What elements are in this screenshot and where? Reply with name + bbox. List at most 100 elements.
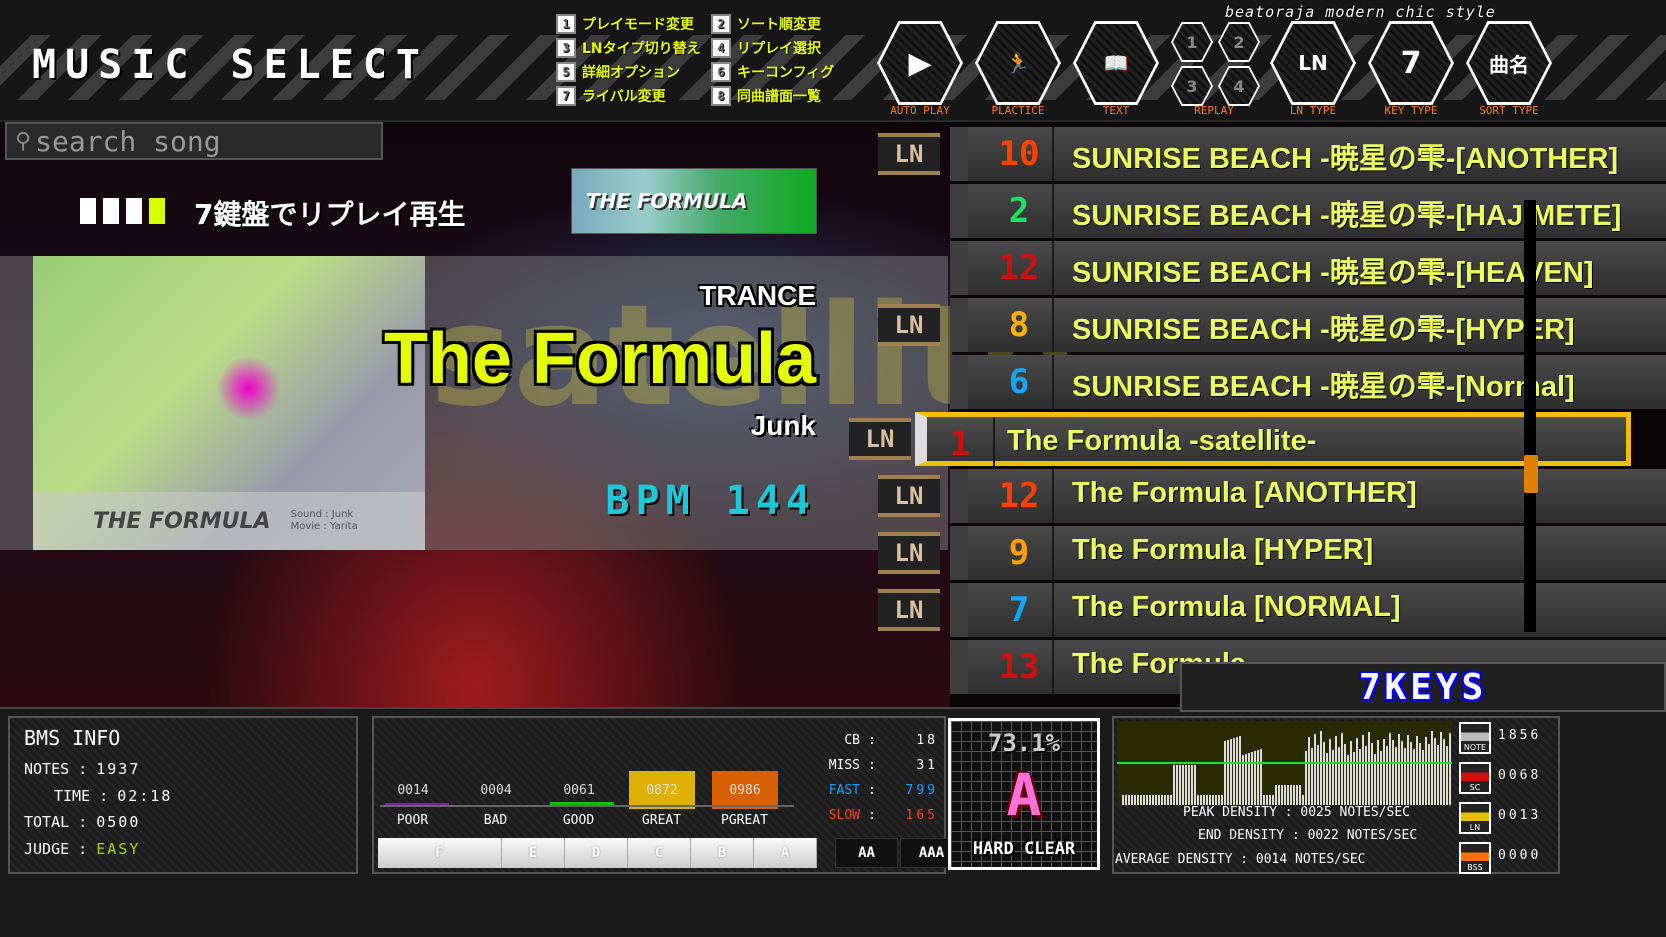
density-bar	[1449, 733, 1451, 805]
key-type-label: KEY TYPE	[1384, 104, 1438, 117]
song-list-row[interactable]: 9 The Formula [HYPER]	[950, 526, 1666, 580]
stagefile-logo: THE FORMULA	[93, 508, 271, 534]
judge-label: PGREAT	[721, 813, 768, 828]
credit-sound: Sound : Junk	[290, 509, 354, 520]
average-density-label: AVERAGE DENSITY	[1115, 852, 1233, 867]
time-label: TIME	[54, 787, 91, 805]
density-bar	[1266, 795, 1268, 805]
density-bar	[1134, 795, 1136, 805]
density-bar	[1314, 734, 1316, 805]
density-bar	[1395, 747, 1397, 805]
judge-count: 0872	[629, 771, 695, 809]
sort-type-label: SORT TYPE	[1479, 104, 1539, 117]
ln-badge: LN	[878, 532, 940, 574]
legend-key: 8	[711, 86, 731, 106]
density-bar	[1416, 736, 1418, 805]
difficulty-level: 12	[986, 469, 1054, 523]
density-bar	[1275, 785, 1277, 805]
density-bar	[1227, 740, 1229, 805]
density-bar	[1383, 739, 1385, 805]
density-bar	[1209, 795, 1211, 805]
density-bar	[1230, 739, 1232, 805]
song-artist: Junk	[750, 410, 816, 441]
legend-key: 5	[556, 62, 576, 82]
legend-item: 2 ソート順変更	[711, 14, 821, 34]
density-bar	[1299, 785, 1301, 805]
density-bar	[1350, 741, 1352, 805]
density-bar	[1185, 765, 1187, 805]
peak-density-label: PEAK DENSITY	[1183, 805, 1277, 820]
legend-key: 3	[556, 38, 576, 58]
rank-segment-c: C	[628, 838, 691, 868]
clear-type: HARD CLEAR	[972, 839, 1076, 859]
density-bar	[1419, 743, 1421, 805]
density-bar	[1398, 734, 1400, 805]
difficulty-level: 10	[986, 127, 1054, 181]
judge-label: GREAT	[641, 813, 682, 828]
density-bar	[1248, 753, 1250, 805]
clear-rank: A	[1006, 761, 1042, 829]
density-bar	[1332, 750, 1334, 805]
fast-label: FAST	[828, 783, 860, 798]
judge-label: BAD	[483, 813, 508, 828]
density-bar	[1446, 746, 1448, 805]
density-bar	[1122, 795, 1124, 805]
song-list-row[interactable]: 6 SUNRISE BEACH -暁星の雫-[Normal]	[950, 355, 1666, 409]
density-bar	[1431, 731, 1433, 805]
density-bar	[1413, 749, 1415, 805]
ln-badge: LN	[878, 133, 940, 175]
legend-label: リプレイ選択	[737, 41, 821, 57]
time-value: 02:18	[117, 787, 173, 805]
judge-count: 0986	[712, 771, 778, 809]
note-type-count: 0068	[1498, 768, 1542, 783]
stat-separator: :	[868, 783, 876, 798]
rank-segment-f: F	[378, 838, 502, 868]
song-banner: THE FORMULA	[571, 168, 817, 234]
average-density-unit: NOTES/SEC	[1295, 852, 1366, 867]
density-bar	[1215, 795, 1217, 805]
song-list-row[interactable]: 10 SUNRISE BEACH -暁星の雫-[ANOTHER]	[950, 127, 1666, 181]
song-list-title: The Formula -satellite-	[1007, 425, 1317, 457]
search-input[interactable]: ⚲ search song	[5, 122, 383, 160]
search-placeholder: search song	[35, 124, 221, 158]
density-bar	[1305, 751, 1307, 805]
search-icon: ⚲	[15, 128, 32, 154]
replay-hint-text: 7鍵盤でリプレイ再生	[194, 198, 466, 231]
replay-slot-icon: 4	[1220, 68, 1258, 104]
density-bar	[1194, 765, 1196, 805]
song-list-row[interactable]: 7 The Formula [NORMAL]	[950, 583, 1666, 637]
song-list-title: The Formula [ANOTHER]	[1072, 477, 1417, 509]
difficulty-level: 1	[927, 417, 995, 471]
density-bar	[1236, 737, 1238, 805]
cb-label: CB	[844, 733, 860, 748]
density-bar	[1179, 765, 1181, 805]
density-bar	[1410, 742, 1412, 805]
density-bar	[1221, 795, 1223, 805]
peak-density-unit: NOTES/SEC	[1339, 805, 1410, 820]
density-bar	[1263, 795, 1265, 805]
legend-label: 詳細オプション	[582, 65, 680, 81]
density-bar	[1257, 750, 1259, 805]
song-list-row[interactable]: 2 SUNRISE BEACH -暁星の雫-[HAJIMETE]	[950, 184, 1666, 238]
song-list-row[interactable]: 8 SUNRISE BEACH -暁星の雫-[HYPER]	[950, 298, 1666, 352]
song-list-row[interactable]: 12 The Formula [ANOTHER]	[950, 469, 1666, 523]
density-bar	[1254, 751, 1256, 805]
density-bar	[1329, 739, 1331, 805]
density-bar	[1353, 752, 1355, 805]
density-bar	[1149, 795, 1151, 805]
song-list-title: SUNRISE BEACH -暁星の雫-[ANOTHER]	[1072, 143, 1619, 175]
density-bar	[1140, 795, 1142, 805]
song-list-scrollbar[interactable]	[1524, 200, 1536, 632]
density-bar	[1371, 743, 1373, 805]
legend-label: ライバル変更	[582, 89, 666, 105]
difficulty-level: 12	[986, 241, 1054, 295]
stat-separator: :	[868, 808, 876, 823]
density-bar	[1356, 738, 1358, 805]
scratch-icon: SC	[1459, 762, 1491, 794]
song-list-row[interactable]: 12 SUNRISE BEACH -暁星の雫-[HEAVEN]	[950, 241, 1666, 295]
density-bar	[1293, 785, 1295, 805]
difficulty-level: 7	[986, 583, 1054, 637]
legend-key: 2	[711, 14, 731, 34]
density-bar	[1287, 785, 1289, 805]
scrollbar-thumb[interactable]	[1524, 455, 1538, 493]
